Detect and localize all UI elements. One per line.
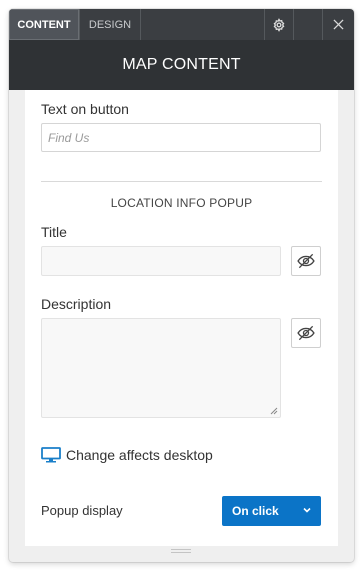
settings-button[interactable]: [265, 9, 294, 40]
location-info-popup-heading: LOCATION INFO POPUP: [110, 196, 253, 210]
eye-off-icon: [297, 253, 315, 269]
gear-icon: [273, 17, 285, 32]
description-textarea[interactable]: [41, 318, 281, 418]
tab-design[interactable]: DESIGN: [80, 9, 141, 40]
panel-toolbar: CONTENT DESIGN: [9, 9, 354, 40]
page-title: MAP CONTENT: [122, 56, 241, 73]
title-label: Title: [41, 224, 67, 240]
desktop-icon: [41, 447, 61, 463]
content-card: Text on button LOCATION INFO POPUP Title…: [25, 90, 338, 546]
title-input[interactable]: [41, 246, 281, 276]
map-content-panel: CONTENT DESIGN MAP CONTENT Text on butto…: [9, 9, 354, 562]
description-label: Description: [41, 296, 112, 312]
title-visibility-toggle[interactable]: [291, 246, 321, 276]
device-notice-text: Change affects desktop: [66, 447, 213, 463]
resize-grip-icon[interactable]: [270, 407, 278, 415]
description-visibility-toggle[interactable]: [291, 318, 321, 348]
section-divider: [41, 181, 322, 182]
close-button[interactable]: [323, 9, 354, 40]
popup-display-select[interactable]: On click: [222, 496, 321, 526]
tab-content[interactable]: CONTENT: [9, 9, 80, 40]
panel-resize-handle[interactable]: [171, 549, 191, 555]
eye-off-icon: [297, 325, 315, 341]
chevron-down-icon: [303, 507, 311, 513]
button-text-label: Text on button: [41, 101, 129, 117]
button-text-input[interactable]: [41, 123, 321, 152]
popup-display-label: Popup display: [41, 503, 123, 518]
panel-header: MAP CONTENT: [9, 40, 354, 90]
toolbar-spacer: [141, 9, 265, 40]
popup-display-value: On click: [232, 504, 279, 518]
device-notice[interactable]: Change affects desktop: [41, 447, 213, 463]
blank-toolbar-button[interactable]: [294, 9, 323, 40]
close-icon: [333, 19, 344, 30]
